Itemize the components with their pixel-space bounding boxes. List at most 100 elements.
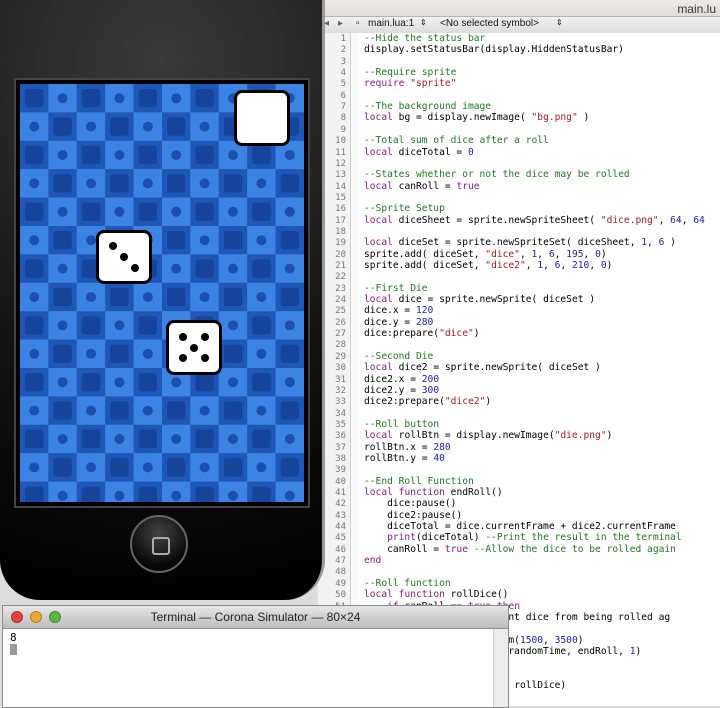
pattern-dot bbox=[86, 121, 96, 132]
die-pip bbox=[201, 354, 209, 363]
pattern-square bbox=[223, 174, 243, 193]
pattern-dot bbox=[142, 121, 153, 132]
code-line: --Roll button bbox=[364, 418, 440, 430]
pattern-square bbox=[81, 145, 101, 165]
file-selector[interactable]: main.lua:1 bbox=[368, 18, 414, 29]
pattern-dot bbox=[114, 320, 125, 331]
die-pip bbox=[109, 242, 117, 251]
pattern-square bbox=[25, 486, 44, 502]
line-number: 40 bbox=[335, 476, 346, 487]
line-number: 39 bbox=[335, 465, 346, 476]
pattern-dot bbox=[114, 434, 125, 444]
pattern-dot bbox=[86, 292, 96, 302]
terminal-scrollbar[interactable] bbox=[493, 629, 508, 707]
pattern-dot bbox=[284, 434, 295, 444]
die-pip bbox=[190, 343, 198, 352]
pattern-square bbox=[25, 429, 44, 449]
line-number: 6 bbox=[340, 90, 346, 101]
pattern-square bbox=[195, 373, 214, 392]
code-line: --States whether or not the dice may be … bbox=[364, 169, 630, 181]
pattern-square bbox=[252, 259, 271, 278]
code-line: --End Roll Function bbox=[364, 475, 474, 487]
pattern-square bbox=[280, 231, 299, 250]
code-line: require "sprite" bbox=[364, 78, 457, 90]
pattern-dot bbox=[256, 405, 267, 416]
pattern-square bbox=[195, 259, 214, 278]
pattern-square bbox=[195, 89, 214, 108]
code-line: local canRoll = true bbox=[364, 180, 480, 192]
line-number: 33 bbox=[335, 397, 346, 408]
line-number: 45 bbox=[335, 533, 346, 544]
roll-button[interactable] bbox=[234, 90, 290, 146]
line-number: 4 bbox=[340, 68, 346, 79]
home-button-icon[interactable] bbox=[130, 515, 188, 573]
pattern-square bbox=[53, 458, 72, 477]
forward-arrow-icon[interactable]: ▸ bbox=[338, 18, 343, 29]
pattern-dot bbox=[284, 206, 295, 217]
pattern-square bbox=[53, 287, 72, 307]
editor-toolbar: main.lu ◂ ▸ ▫ main.lua:1 ⇕ <No selected … bbox=[318, 0, 720, 33]
line-number: 36 bbox=[335, 431, 346, 442]
pattern-square bbox=[25, 145, 44, 165]
pattern-dot bbox=[171, 434, 182, 444]
pattern-dot bbox=[142, 348, 153, 359]
pattern-square bbox=[81, 373, 101, 392]
pattern-dot bbox=[57, 320, 68, 331]
pattern-dot bbox=[29, 405, 40, 416]
code-line: dice:prepare("dice") bbox=[364, 328, 480, 340]
pattern-square bbox=[25, 202, 44, 221]
code-editor-window: main.lu ◂ ▸ ▫ main.lua:1 ⇕ <No selected … bbox=[318, 0, 720, 706]
pattern-square bbox=[138, 316, 157, 335]
code-line: dice2:prepare("dice2") bbox=[364, 396, 492, 408]
symbol-selector[interactable]: <No selected symbol> bbox=[440, 18, 539, 29]
line-number: 16 bbox=[335, 204, 346, 215]
line-number: 35 bbox=[335, 419, 346, 430]
pattern-dot bbox=[199, 405, 210, 416]
pattern-dot bbox=[228, 320, 238, 331]
die-one bbox=[96, 230, 152, 284]
pattern-dot bbox=[142, 292, 153, 302]
chevron-updown-icon: ⇕ bbox=[420, 18, 427, 27]
pattern-square bbox=[110, 344, 129, 363]
editor-window-title: main.lu bbox=[677, 2, 716, 16]
line-number: 29 bbox=[335, 351, 346, 362]
line-number: 37 bbox=[335, 442, 346, 453]
pattern-square bbox=[167, 174, 186, 193]
code-line: dice2.y = 300 bbox=[364, 384, 440, 396]
line-number: 11 bbox=[335, 147, 346, 158]
line-number: 22 bbox=[335, 272, 346, 283]
pattern-square bbox=[223, 344, 243, 363]
pattern-square bbox=[223, 458, 243, 477]
line-number: 21 bbox=[335, 261, 346, 271]
pattern-square bbox=[223, 231, 243, 250]
app-screen[interactable] bbox=[20, 84, 304, 502]
pattern-dot bbox=[228, 490, 238, 501]
terminal-window: Terminal — Corona Simulator — 80×24 8 bbox=[2, 605, 509, 708]
pattern-dot bbox=[57, 150, 68, 160]
phone-screen-frame bbox=[14, 78, 310, 508]
pattern-square bbox=[53, 344, 72, 363]
pattern-dot bbox=[256, 462, 267, 473]
pattern-dot bbox=[142, 178, 153, 189]
pattern-dot bbox=[171, 150, 182, 160]
terminal-body[interactable]: 8 bbox=[3, 629, 508, 707]
pattern-square bbox=[280, 458, 299, 477]
pattern-square bbox=[138, 202, 157, 221]
pattern-dot bbox=[142, 405, 153, 416]
line-number: 1 bbox=[340, 34, 346, 44]
pattern-dot bbox=[57, 263, 68, 274]
pattern-dot bbox=[114, 490, 125, 501]
pattern-dot bbox=[199, 178, 210, 189]
pattern-dot bbox=[86, 405, 96, 416]
pattern-square bbox=[167, 401, 186, 420]
pattern-dot bbox=[29, 292, 40, 302]
terminal-cursor bbox=[10, 644, 17, 655]
pattern-square bbox=[110, 117, 129, 136]
line-number: 13 bbox=[335, 170, 346, 181]
pattern-dot bbox=[284, 150, 295, 160]
pattern-square bbox=[110, 401, 129, 420]
line-number: 30 bbox=[335, 363, 346, 374]
pattern-dot bbox=[57, 93, 68, 104]
line-number: 32 bbox=[335, 385, 346, 396]
chevron-updown-icon: ⇕ bbox=[556, 18, 563, 27]
